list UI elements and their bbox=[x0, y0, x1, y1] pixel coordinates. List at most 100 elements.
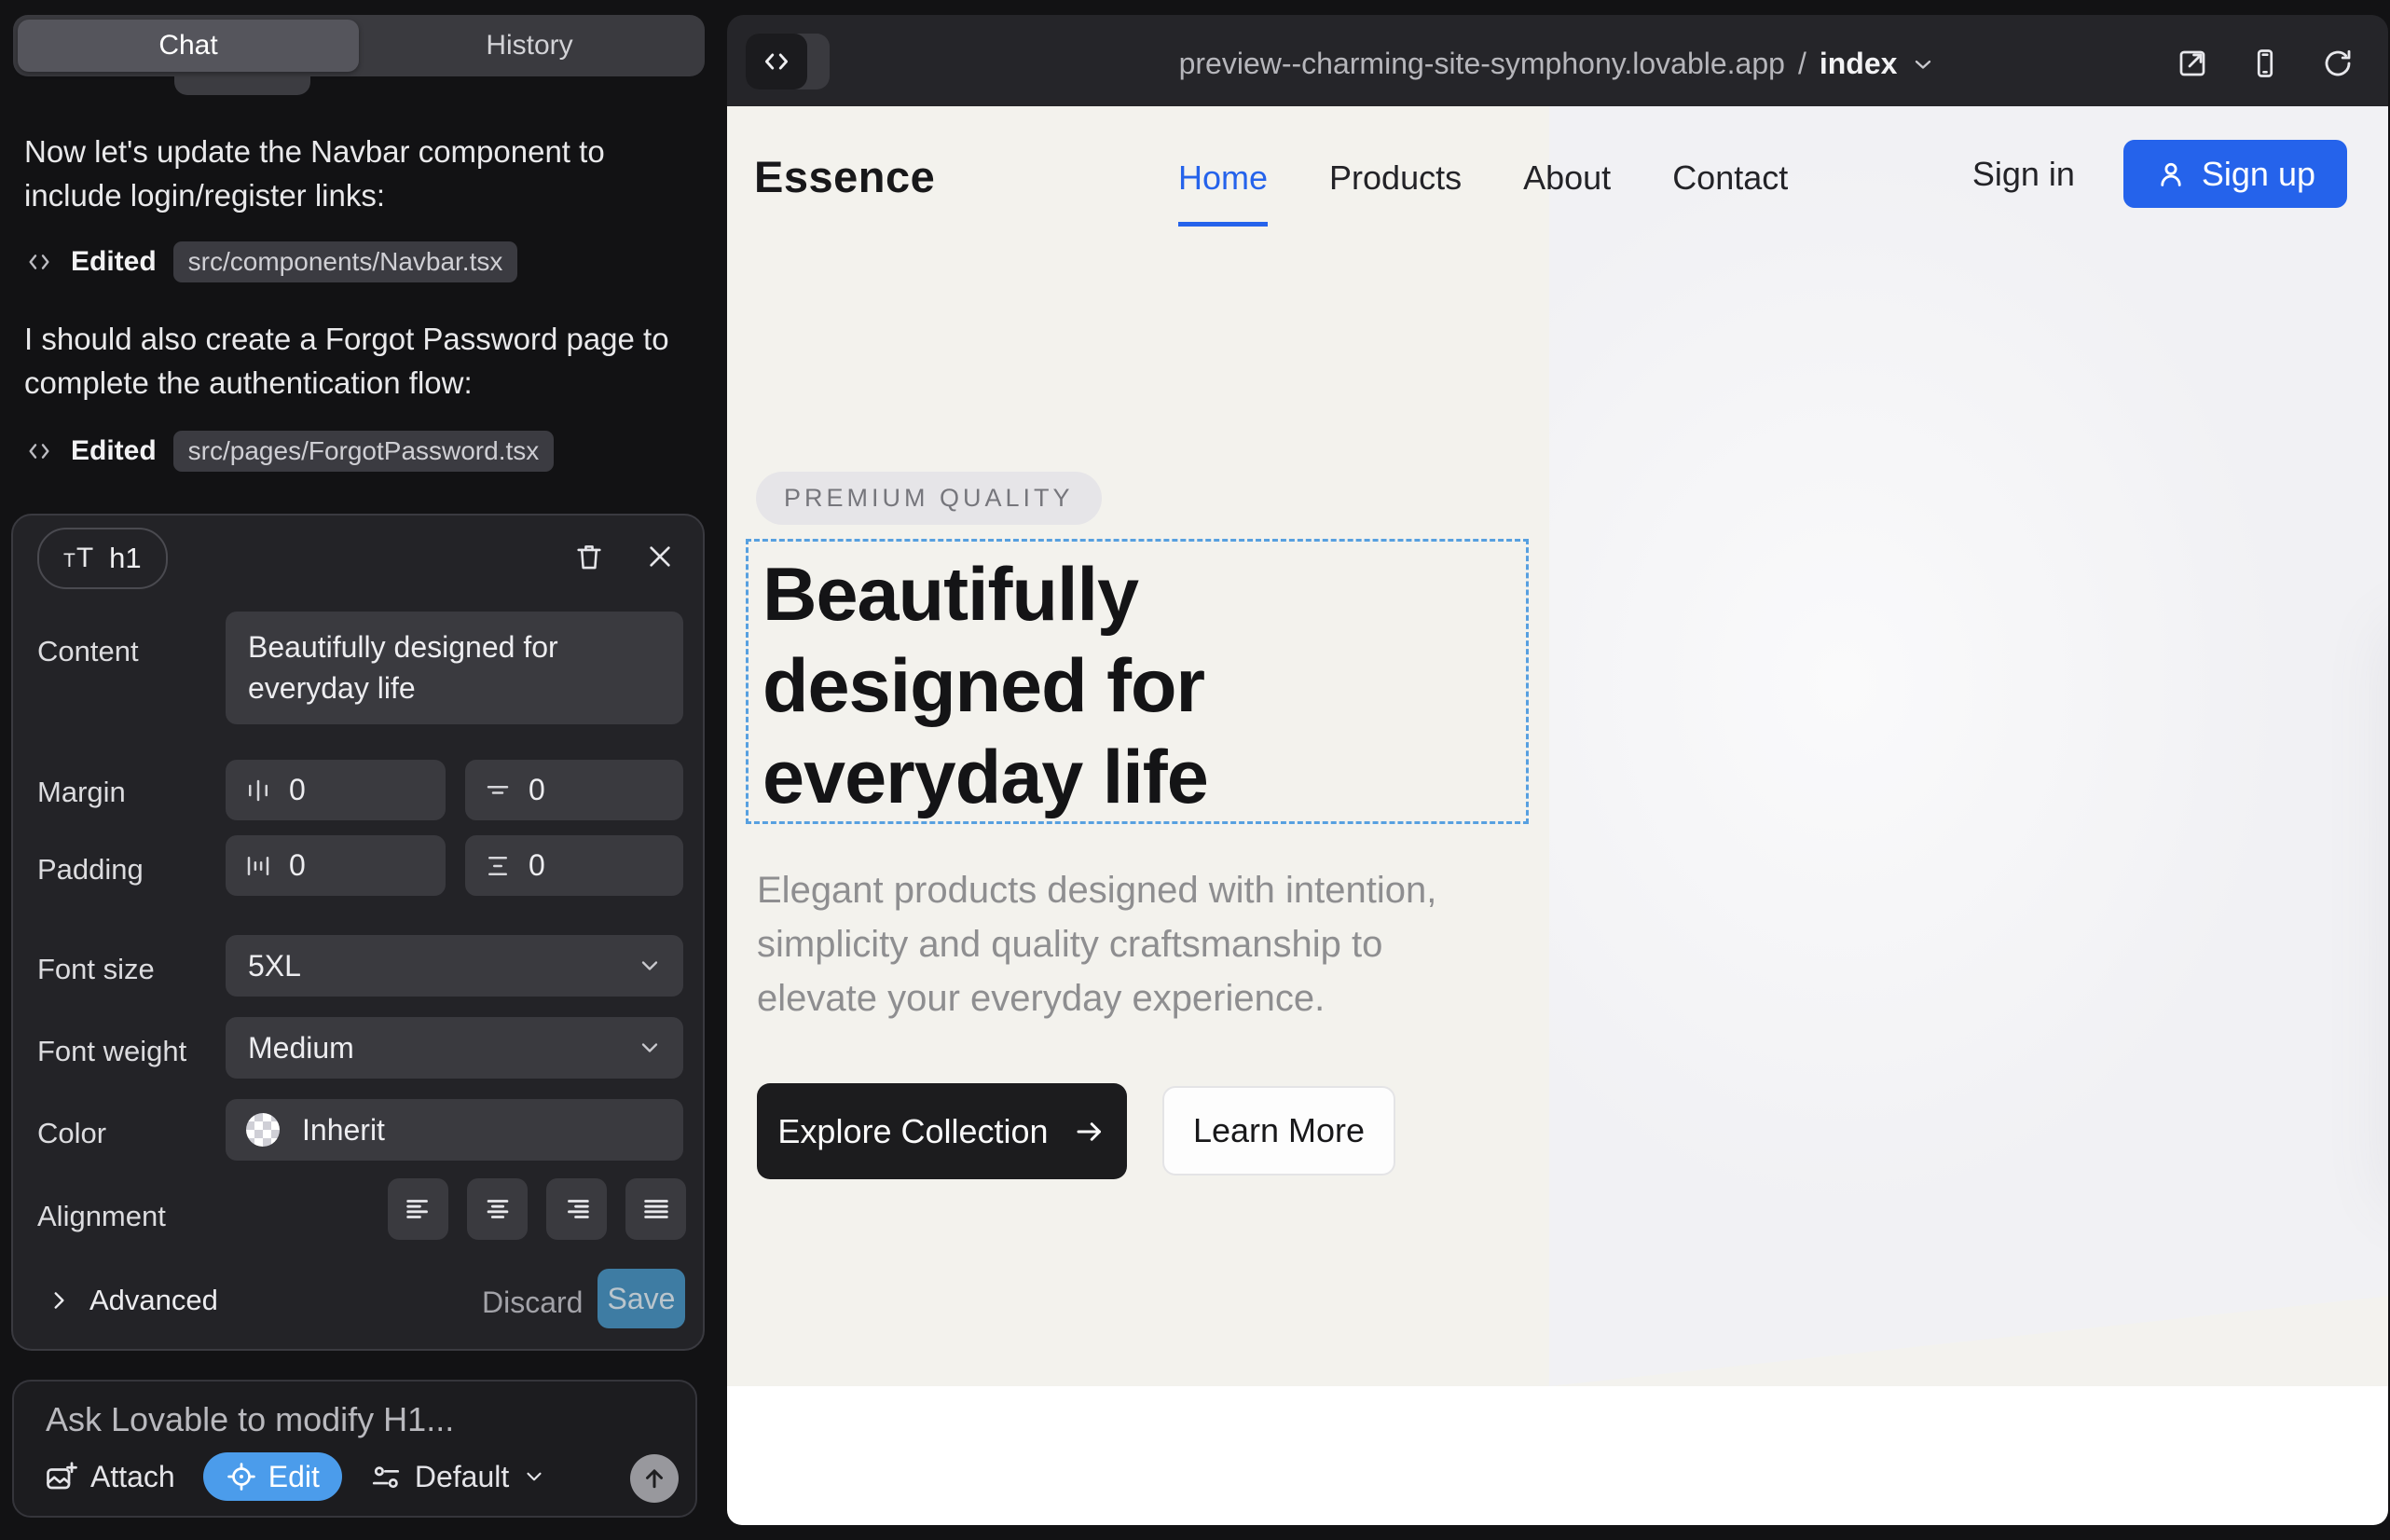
align-left-icon bbox=[403, 1193, 434, 1225]
edited-file-row: Edited src/components/Navbar.tsx bbox=[24, 241, 517, 283]
chevron-down-icon bbox=[637, 1035, 663, 1061]
prompt-box: Attach Edit Default bbox=[12, 1380, 697, 1518]
align-center-button[interactable] bbox=[467, 1178, 528, 1240]
builder-sidebar: Chat History Now let's update the Navbar… bbox=[0, 0, 725, 1540]
site-navbar: Essence Home Products About Contact Sign… bbox=[727, 106, 2388, 255]
alignment-buttons bbox=[388, 1178, 686, 1240]
delete-element-button[interactable] bbox=[569, 536, 610, 577]
padding-y-input[interactable]: 0 bbox=[465, 835, 683, 896]
margin-x-input[interactable]: 0 bbox=[226, 760, 446, 820]
close-inspector-button[interactable] bbox=[639, 536, 680, 577]
decorative-wedge bbox=[1549, 1288, 2388, 1386]
font-weight-select[interactable]: Medium bbox=[226, 1017, 683, 1079]
discard-button[interactable]: Discard bbox=[482, 1286, 583, 1320]
chevron-right-icon bbox=[47, 1288, 71, 1313]
arrow-right-icon bbox=[1073, 1115, 1106, 1148]
edited-file-row: Edited src/pages/ForgotPassword.tsx bbox=[24, 430, 554, 473]
premium-quality-badge: PREMIUM QUALITY bbox=[756, 472, 1102, 525]
edited-label: Edited bbox=[71, 435, 157, 467]
edited-label: Edited bbox=[71, 246, 157, 278]
arrow-up-icon bbox=[640, 1464, 668, 1492]
vertical-padding-icon bbox=[484, 852, 512, 880]
nav-link-home[interactable]: Home bbox=[1178, 158, 1268, 227]
open-external-icon[interactable] bbox=[2176, 47, 2209, 80]
color-label: Color bbox=[37, 1117, 106, 1150]
tab-chat[interactable]: Chat bbox=[18, 20, 359, 72]
alignment-label: Alignment bbox=[37, 1200, 166, 1233]
hero-section: Essence Home Products About Contact Sign… bbox=[727, 106, 2388, 1386]
trash-icon bbox=[573, 541, 605, 572]
attach-button[interactable]: Attach bbox=[44, 1460, 175, 1494]
auth-actions: Sign in Sign up bbox=[1972, 140, 2347, 208]
hero-art-background bbox=[1549, 106, 2388, 1386]
align-left-button[interactable] bbox=[388, 1178, 448, 1240]
font-weight-label: Font weight bbox=[37, 1035, 186, 1068]
margin-label: Margin bbox=[37, 776, 126, 809]
align-right-icon bbox=[561, 1193, 593, 1225]
chevron-down-icon bbox=[1910, 51, 1936, 77]
hero-paragraph: Elegant products designed with intention… bbox=[757, 863, 1503, 1025]
send-button[interactable] bbox=[630, 1454, 679, 1503]
user-icon bbox=[2155, 158, 2187, 190]
chrome-actions bbox=[2176, 47, 2355, 80]
refresh-icon[interactable] bbox=[2321, 47, 2355, 80]
site-logo[interactable]: Essence bbox=[754, 151, 935, 202]
nav-link-about[interactable]: About bbox=[1523, 158, 1611, 227]
edited-file-chip[interactable]: src/components/Navbar.tsx bbox=[173, 241, 518, 282]
target-icon bbox=[226, 1461, 257, 1492]
transparent-color-swatch bbox=[246, 1113, 280, 1147]
learn-more-button[interactable]: Learn More bbox=[1162, 1086, 1395, 1176]
prompt-toolbar: Attach Edit Default bbox=[44, 1452, 546, 1501]
code-icon bbox=[24, 436, 54, 466]
content-label: Content bbox=[37, 635, 139, 668]
edit-mode-button[interactable]: Edit bbox=[203, 1452, 342, 1501]
horizontal-padding-icon bbox=[244, 852, 272, 880]
font-size-select[interactable]: 5XL bbox=[226, 935, 683, 997]
url-bar[interactable]: preview--charming-site-symphony.lovable.… bbox=[727, 47, 2388, 81]
h1-selection-outline[interactable]: Beautifully designed for everyday life bbox=[746, 539, 1529, 824]
align-justify-icon bbox=[640, 1193, 672, 1225]
content-input[interactable]: Beautifully designed for everyday life bbox=[226, 612, 683, 724]
sliders-icon bbox=[370, 1461, 402, 1492]
model-default-select[interactable]: Default bbox=[370, 1460, 546, 1494]
chevron-down-icon bbox=[522, 1464, 546, 1489]
sign-up-button[interactable]: Sign up bbox=[2123, 140, 2347, 208]
url-page: index bbox=[1820, 47, 1898, 81]
chevron-down-icon bbox=[637, 953, 663, 979]
nav-link-contact[interactable]: Contact bbox=[1672, 158, 1788, 227]
selected-element-pill: TT h1 bbox=[37, 528, 168, 589]
prompt-input[interactable] bbox=[44, 1398, 663, 1454]
preview-browser-frame: preview--charming-site-symphony.lovable.… bbox=[727, 15, 2388, 1525]
chat-message: Now let's update the Navbar component to… bbox=[24, 130, 699, 217]
attach-image-icon bbox=[44, 1460, 77, 1493]
align-right-button[interactable] bbox=[546, 1178, 607, 1240]
horizontal-margin-icon bbox=[244, 777, 272, 804]
explore-collection-button[interactable]: Explore Collection bbox=[757, 1083, 1127, 1179]
margin-y-input[interactable]: 0 bbox=[465, 760, 683, 820]
color-select[interactable]: Inherit bbox=[226, 1099, 683, 1161]
site-viewport: Essence Home Products About Contact Sign… bbox=[727, 106, 2388, 1525]
lovable-app-window: Chat History Now let's update the Navbar… bbox=[0, 0, 2390, 1540]
code-icon bbox=[24, 247, 54, 277]
selected-element-tag: h1 bbox=[109, 542, 141, 575]
font-size-label: Font size bbox=[37, 953, 155, 986]
tab-history[interactable]: History bbox=[359, 20, 700, 72]
chat-message: I should also create a Forgot Password p… bbox=[24, 317, 699, 405]
align-center-icon bbox=[482, 1193, 514, 1225]
nav-link-products[interactable]: Products bbox=[1329, 158, 1462, 227]
text-size-icon: TT bbox=[63, 543, 94, 574]
url-host: preview--charming-site-symphony.lovable.… bbox=[1179, 47, 1785, 81]
advanced-toggle[interactable]: Advanced bbox=[47, 1284, 218, 1317]
save-button[interactable]: Save bbox=[598, 1269, 685, 1328]
hero-heading: Beautifully designed for everyday life bbox=[762, 549, 1208, 823]
close-icon bbox=[645, 542, 675, 571]
padding-x-input[interactable]: 0 bbox=[226, 835, 446, 896]
vertical-margin-icon bbox=[484, 777, 512, 804]
element-inspector-panel: TT h1 Content Beautifully designed for e… bbox=[11, 514, 705, 1351]
edited-file-chip[interactable]: src/pages/ForgotPassword.tsx bbox=[173, 431, 555, 472]
site-nav-links: Home Products About Contact bbox=[1178, 158, 1788, 227]
align-justify-button[interactable] bbox=[625, 1178, 686, 1240]
mobile-preview-icon[interactable] bbox=[2248, 47, 2282, 80]
sign-in-link[interactable]: Sign in bbox=[1972, 155, 2075, 194]
padding-label: Padding bbox=[37, 853, 144, 887]
